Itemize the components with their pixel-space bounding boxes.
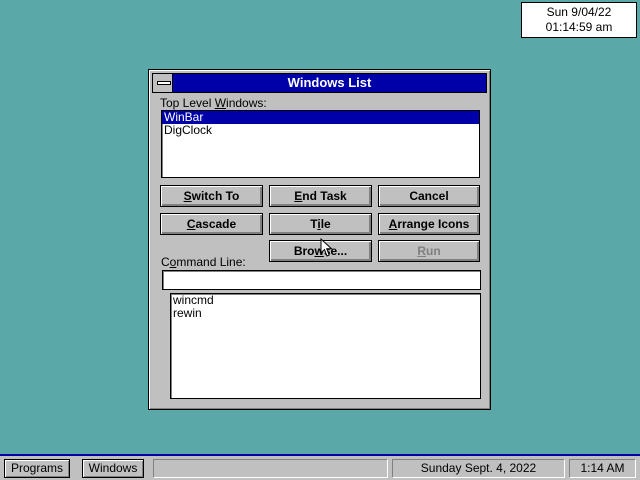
command-line-input[interactable] — [162, 270, 481, 290]
list-item[interactable]: DigClock — [162, 124, 479, 137]
list-item[interactable]: wincmd — [171, 294, 480, 307]
programs-button[interactable]: Programs — [4, 459, 70, 478]
taskbar-date: Sunday Sept. 4, 2022 — [392, 459, 565, 478]
arrow-cursor-icon — [320, 238, 333, 257]
title-bar[interactable]: Windows List — [152, 73, 487, 93]
taskbar-time: 1:14 AM — [569, 459, 636, 478]
command-line-label: Command Line: — [161, 255, 246, 269]
window-title: Windows List — [287, 75, 372, 90]
clock-time: 01:14:59 am — [545, 20, 613, 34]
top-level-windows-label: Top Level Windows: — [160, 96, 267, 110]
clock-date: Sun 9/04/22 — [546, 5, 612, 19]
switch-to-button[interactable]: Switch To — [160, 185, 263, 207]
tile-button[interactable]: Tile — [269, 213, 372, 235]
task-area — [153, 459, 388, 478]
cancel-button[interactable]: Cancel — [378, 185, 480, 207]
digital-clock: Sun 9/04/22 01:14:59 am — [521, 2, 637, 38]
list-item[interactable]: rewin — [171, 307, 480, 320]
command-history-list[interactable]: wincmd rewin — [170, 293, 481, 399]
end-task-button[interactable]: End Task — [269, 185, 372, 207]
cascade-button[interactable]: Cascade — [160, 213, 263, 235]
top-level-windows-list[interactable]: WinBar DigClock — [161, 110, 480, 178]
windows-button[interactable]: Windows — [82, 459, 144, 478]
arrange-icons-button[interactable]: Arrange Icons — [378, 213, 480, 235]
run-button[interactable]: Run — [378, 240, 480, 262]
system-menu-icon[interactable] — [153, 74, 173, 92]
taskbar: Programs Windows Sunday Sept. 4, 2022 1:… — [0, 454, 640, 480]
